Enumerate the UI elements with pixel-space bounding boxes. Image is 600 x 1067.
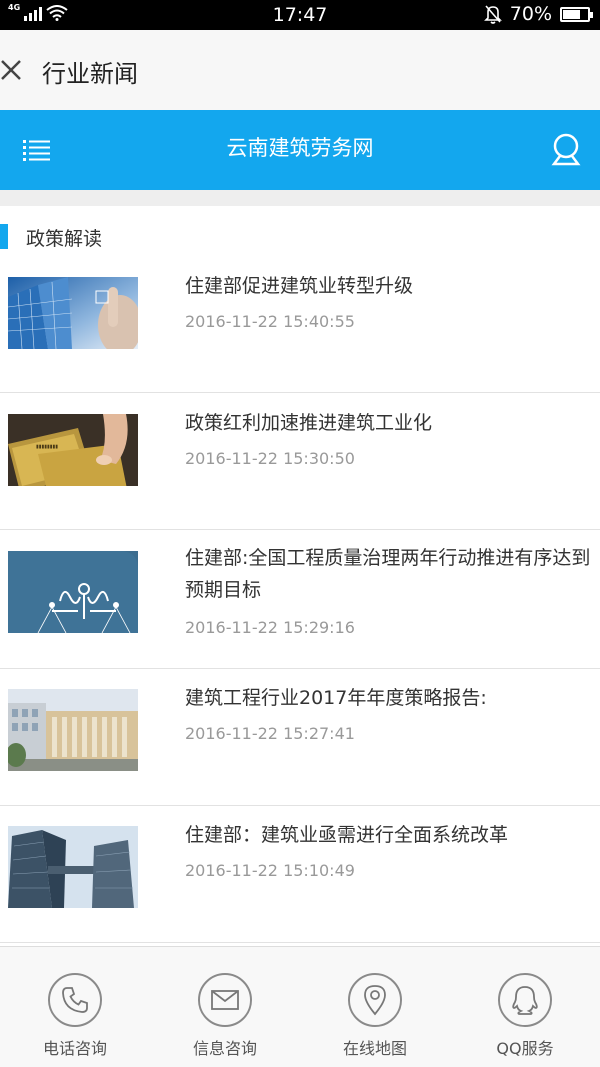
nav-label: 在线地图 <box>342 1039 407 1058</box>
news-title: 政策红利加速推进建筑工业化 <box>185 412 433 434</box>
page-title: 行业新闻 <box>42 60 138 88</box>
title-bar: 行业新闻 <box>0 30 600 110</box>
bottom-nav: 电话咨询 信息咨询 在线地图 QQ服务 <box>0 946 600 1067</box>
status-right: 70% <box>483 3 593 25</box>
silent-bell-icon <box>483 5 502 24</box>
news-item[interactable]: 建筑工程行业2017年年度策略报告: 2016-11-22 15:27:41 <box>0 669 600 806</box>
nav-qq-service[interactable]: QQ服务 <box>450 947 600 1067</box>
news-title: 住建部:全国工程质量治理两年行动推进有序达到预期目标 <box>185 547 591 601</box>
mail-icon <box>198 973 252 1027</box>
skyscrapers-image <box>8 826 138 908</box>
battery-icon <box>560 6 593 22</box>
news-item[interactable]: 住建部促进建筑业转型升级 2016-11-22 15:40:55 <box>0 256 600 393</box>
section-accent-bar <box>0 224 8 249</box>
nav-info-consult[interactable]: 信息咨询 <box>150 947 300 1067</box>
news-date: 2016-11-22 15:40:55 <box>185 312 355 331</box>
news-date: 2016-11-22 15:29:16 <box>185 618 355 637</box>
nav-phone-consult[interactable]: 电话咨询 <box>0 947 150 1067</box>
news-item[interactable]: ▮▮▮▮▮▮▮▮ 政策红利加速推进建筑工业化 2016-11-22 15:30:… <box>0 393 600 530</box>
nav-label: QQ服务 <box>496 1039 554 1058</box>
map-pin-icon <box>348 973 402 1027</box>
news-item[interactable]: 住建部:全国工程质量治理两年行动推进有序达到预期目标 2016-11-22 15… <box>0 530 600 669</box>
user-icon <box>551 133 581 166</box>
qq-icon <box>498 973 552 1027</box>
battery-percent: 70% <box>509 3 552 25</box>
app-header: 云南建筑劳务网 <box>0 110 600 190</box>
nav-online-map[interactable]: 在线地图 <box>300 947 450 1067</box>
gold-cards-image: ▮▮▮▮▮▮▮▮ <box>8 414 138 486</box>
news-item[interactable]: 住建部：建筑业亟需进行全面系统改革 2016-11-22 15:10:49 <box>0 806 600 943</box>
app-title: 云南建筑劳务网 <box>226 136 374 160</box>
office-building-image <box>8 689 138 771</box>
news-date: 2016-11-22 15:27:41 <box>185 724 355 743</box>
news-title: 住建部：建筑业亟需进行全面系统改革 <box>185 824 509 846</box>
news-title: 建筑工程行业2017年年度策略报告: <box>185 687 487 709</box>
nav-label: 电话咨询 <box>42 1039 107 1058</box>
status-bar: 4G 17:47 70% <box>0 0 600 30</box>
news-title: 住建部促进建筑业转型升级 <box>185 275 414 297</box>
close-icon <box>1 60 21 80</box>
svg-text:▮▮▮▮▮▮▮▮: ▮▮▮▮▮▮▮▮ <box>36 444 58 450</box>
section-title: 政策解读 <box>26 228 103 250</box>
phone-icon <box>48 973 102 1027</box>
scales-image <box>8 551 138 633</box>
news-list-panel: 政策解读 住建部促进建筑业转型升级 2016-11-22 15:40:55 ▮▮… <box>0 206 600 946</box>
nav-label: 信息咨询 <box>192 1039 257 1058</box>
glass-building-touch-image <box>8 277 138 349</box>
news-date: 2016-11-22 15:10:49 <box>185 861 355 880</box>
close-button[interactable] <box>0 52 24 88</box>
news-date: 2016-11-22 15:30:50 <box>185 449 355 468</box>
user-button[interactable] <box>550 132 582 168</box>
